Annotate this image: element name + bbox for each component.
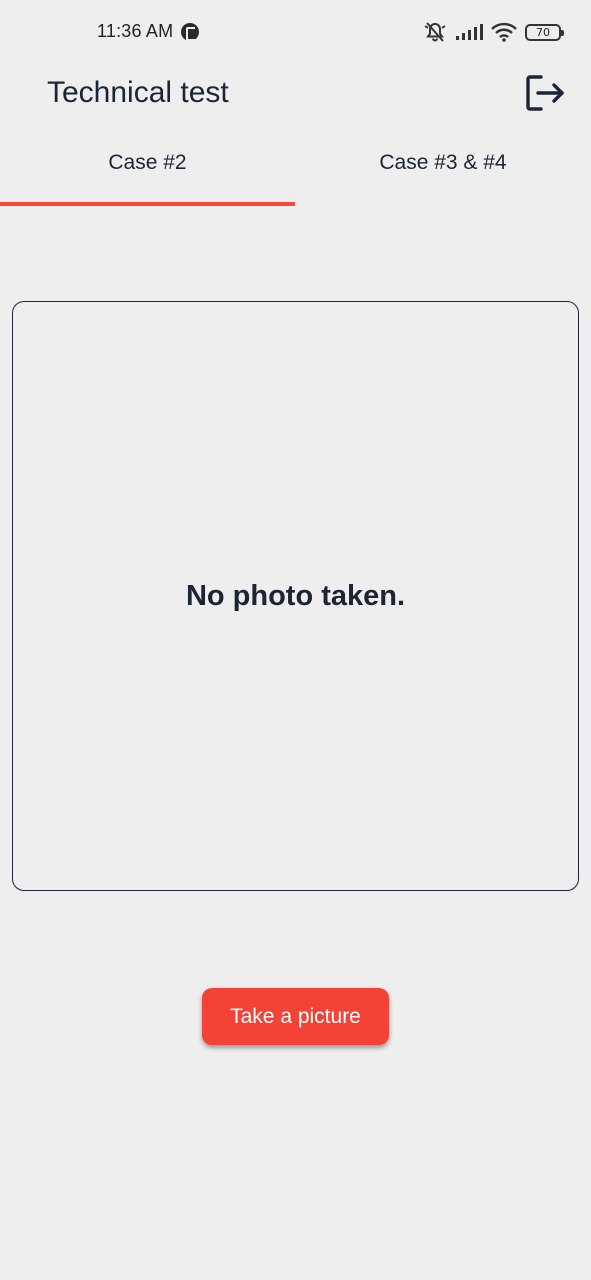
tab-label: Case #3 & #4: [379, 151, 507, 174]
take-picture-button[interactable]: Take a picture: [202, 988, 389, 1045]
photo-preview: No photo taken.: [12, 301, 579, 891]
tab-label: Case #2: [108, 151, 187, 174]
mute-icon: [423, 21, 447, 43]
tab-case-2[interactable]: Case #2: [0, 126, 295, 206]
page-title: Technical test: [47, 76, 229, 109]
logout-icon: [526, 75, 564, 111]
tab-indicator: [0, 202, 295, 206]
battery-level: 70: [536, 25, 550, 39]
signal-icon: [455, 23, 483, 41]
screen: 11:36 AM 70 Technical test Case #2 Case …: [0, 0, 591, 1280]
battery-icon: 70: [525, 23, 564, 41]
tab-case-3-4[interactable]: Case #3 & #4: [295, 126, 591, 206]
app-notification-icon: [181, 23, 199, 41]
status-icons: 70: [423, 20, 564, 44]
wifi-icon: [491, 22, 517, 42]
logout-button[interactable]: [522, 70, 568, 116]
photo-placeholder-text: No photo taken.: [185, 579, 406, 612]
take-picture-label: Take a picture: [230, 1004, 361, 1028]
app-bar: Technical test: [0, 64, 591, 126]
tab-bar: Case #2 Case #3 & #4: [0, 126, 591, 206]
status-bar: 11:36 AM 70: [0, 0, 591, 64]
status-time: 11:36 AM: [97, 21, 174, 41]
